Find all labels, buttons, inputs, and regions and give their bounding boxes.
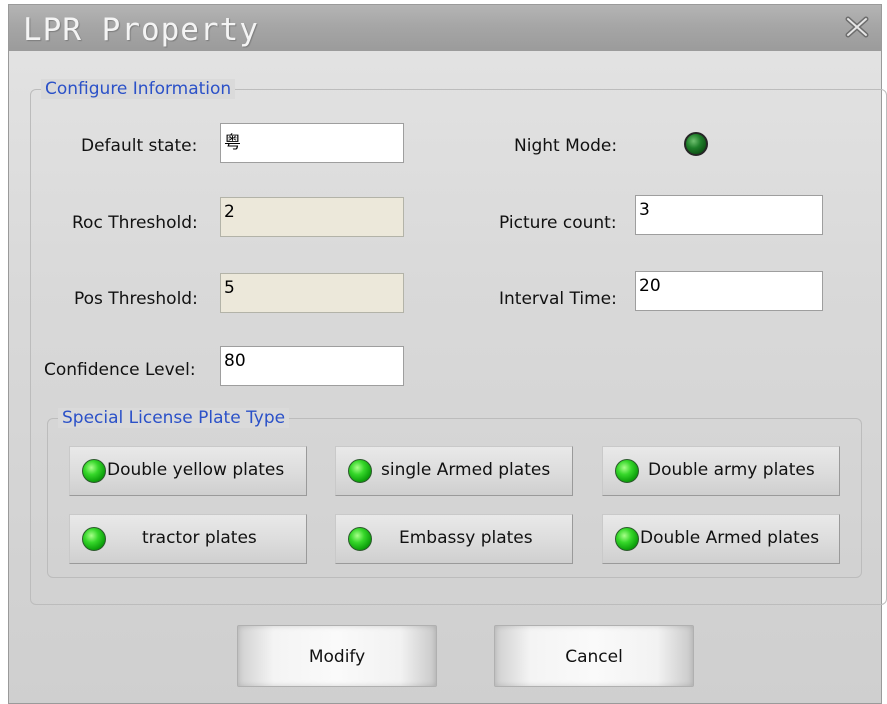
plate-double-yellow-led-icon xyxy=(82,459,106,483)
plate-tractor-button[interactable]: tractor plates xyxy=(69,514,307,564)
lpr-property-dialog: LPR Property Configure Information Defau… xyxy=(8,4,887,704)
modify-button[interactable]: Modify xyxy=(237,625,437,687)
plate-double-yellow-button[interactable]: Double yellow plates xyxy=(69,446,307,496)
plate-tractor-label: tractor plates xyxy=(142,528,257,548)
close-icon[interactable] xyxy=(845,16,869,38)
plate-double-army-led-icon xyxy=(615,459,639,483)
roc-threshold-label: Roc Threshold: xyxy=(72,213,198,233)
confidence-level-label: Confidence Level: xyxy=(44,360,196,380)
plate-double-army-label: Double army plates xyxy=(648,460,815,480)
interval-time-label: Interval Time: xyxy=(499,289,617,309)
plate-double-army-button[interactable]: Double army plates xyxy=(602,446,840,496)
plate-double-armed-led-icon xyxy=(615,527,639,551)
roc-threshold-field[interactable]: 2 xyxy=(220,197,404,237)
picture-count-field[interactable]: 3 xyxy=(635,195,823,235)
cancel-button[interactable]: Cancel xyxy=(494,625,694,687)
picture-count-label: Picture count: xyxy=(499,213,617,233)
interval-time-field[interactable]: 20 xyxy=(635,271,823,311)
plate-embassy-label: Embassy plates xyxy=(399,528,533,548)
window-title: LPR Property xyxy=(23,12,259,48)
confidence-level-field[interactable]: 80 xyxy=(220,346,404,386)
plate-type-legend: Special License Plate Type xyxy=(58,408,290,428)
configure-legend: Configure Information xyxy=(41,79,236,99)
plate-double-armed-label: Double Armed plates xyxy=(640,528,820,548)
default-state-field[interactable]: 粤 xyxy=(220,123,404,163)
plate-single-armed-led-icon xyxy=(348,459,372,483)
pos-threshold-label: Pos Threshold: xyxy=(74,289,198,309)
night-mode-label: Night Mode: xyxy=(514,136,618,156)
plate-double-yellow-label: Double yellow plates xyxy=(107,460,285,480)
default-state-label: Default state: xyxy=(81,136,198,156)
plate-single-armed-button[interactable]: single Armed plates xyxy=(335,446,573,496)
plate-tractor-led-icon xyxy=(82,527,106,551)
plate-single-armed-label: single Armed plates xyxy=(381,460,551,480)
title-bar[interactable]: LPR Property xyxy=(9,5,881,51)
plate-double-armed-button[interactable]: Double Armed plates xyxy=(602,514,840,564)
night-mode-indicator-icon[interactable] xyxy=(684,132,708,156)
plate-embassy-button[interactable]: Embassy plates xyxy=(335,514,573,564)
pos-threshold-field[interactable]: 5 xyxy=(220,273,404,313)
plate-embassy-led-icon xyxy=(348,527,372,551)
